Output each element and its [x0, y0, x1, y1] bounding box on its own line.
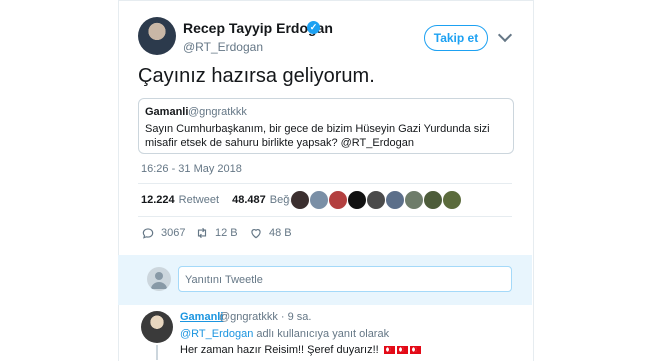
- liker-avatar[interactable]: [442, 190, 462, 210]
- turkey-flag-icon: [396, 346, 408, 355]
- liker-avatar[interactable]: [366, 190, 386, 210]
- tweet-card: [118, 0, 534, 361]
- reply-context: @RT_Erdogan adlı kullanıcıya yanıt olara…: [180, 328, 389, 340]
- liker-avatar[interactable]: [290, 190, 310, 210]
- author-avatar[interactable]: [138, 17, 176, 55]
- tweet-timestamp[interactable]: 16:26 - 31 May 2018: [141, 163, 242, 175]
- follow-button[interactable]: Takip et: [424, 25, 488, 51]
- reply-count: 3067: [161, 227, 186, 239]
- retweet-action-count: 12 B: [215, 227, 238, 239]
- reply-context-text: adlı kullanıcıya yanıt olarak: [256, 328, 390, 340]
- author-handle[interactable]: @RT_Erdogan: [183, 40, 263, 54]
- liker-avatar[interactable]: [347, 190, 367, 210]
- tweet-stats: 12.224 Retweet 48.487 Beğeni: [141, 194, 308, 206]
- reply-author-name[interactable]: Gamanli: [180, 311, 223, 323]
- user-avatar: [147, 267, 171, 291]
- quoted-author-name: Gamanli: [145, 106, 189, 118]
- divider: [138, 216, 512, 217]
- liker-avatar[interactable]: [309, 190, 329, 210]
- like-button[interactable]: 48 B: [249, 226, 292, 240]
- liker-avatar[interactable]: [404, 190, 424, 210]
- turkey-flag-icon: [409, 346, 421, 355]
- tweet-text: Çayınız hazırsa geliyorum.: [138, 65, 375, 87]
- reply-button[interactable]: 3067: [141, 226, 185, 240]
- thread-line: [156, 345, 158, 360]
- retweet-count[interactable]: 12.224: [141, 194, 175, 206]
- divider: [138, 183, 512, 184]
- reply-icon: [142, 228, 154, 239]
- heart-icon: [251, 229, 261, 239]
- reply-context-mention[interactable]: @RT_Erdogan: [180, 328, 253, 340]
- quoted-author-handle: @gngratkkk: [188, 106, 247, 118]
- turkey-flag-icon: [383, 346, 395, 355]
- reply-author-handle[interactable]: @gngratkkk · 9 sa.: [219, 311, 311, 323]
- quoted-tweet-text: Sayın Cumhurbaşkanım, bir gece de bizim …: [145, 123, 490, 149]
- retweet-label[interactable]: Retweet: [179, 194, 219, 206]
- like-count[interactable]: 48.487: [232, 194, 266, 206]
- reply-text-content: Her zaman hazır Reisim!! Şeref duyarız!!: [180, 344, 379, 356]
- reply-text: Her zaman hazır Reisim!! Şeref duyarız!!: [180, 344, 421, 356]
- liker-avatar[interactable]: [423, 190, 443, 210]
- like-action-count: 48 B: [269, 227, 292, 239]
- verified-badge-icon: ✓: [307, 21, 320, 34]
- liker-avatar[interactable]: [385, 190, 405, 210]
- reply-input[interactable]: Yanıtını Tweetle: [178, 266, 512, 292]
- liker-avatar[interactable]: [328, 190, 348, 210]
- user-placeholder-icon: [151, 272, 167, 289]
- retweet-button[interactable]: 12 B: [195, 226, 238, 240]
- reply-author-avatar[interactable]: [141, 311, 173, 343]
- retweet-icon: [197, 227, 207, 239]
